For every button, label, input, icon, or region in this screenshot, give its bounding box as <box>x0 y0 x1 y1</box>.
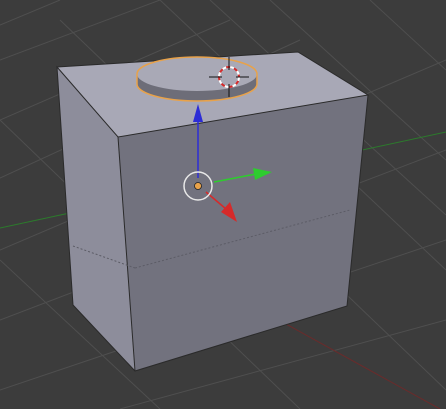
object-origin-icon <box>194 182 202 190</box>
cube-front-face[interactable] <box>118 95 368 371</box>
viewport-scene[interactable] <box>0 0 446 409</box>
3d-viewport[interactable] <box>0 0 446 409</box>
